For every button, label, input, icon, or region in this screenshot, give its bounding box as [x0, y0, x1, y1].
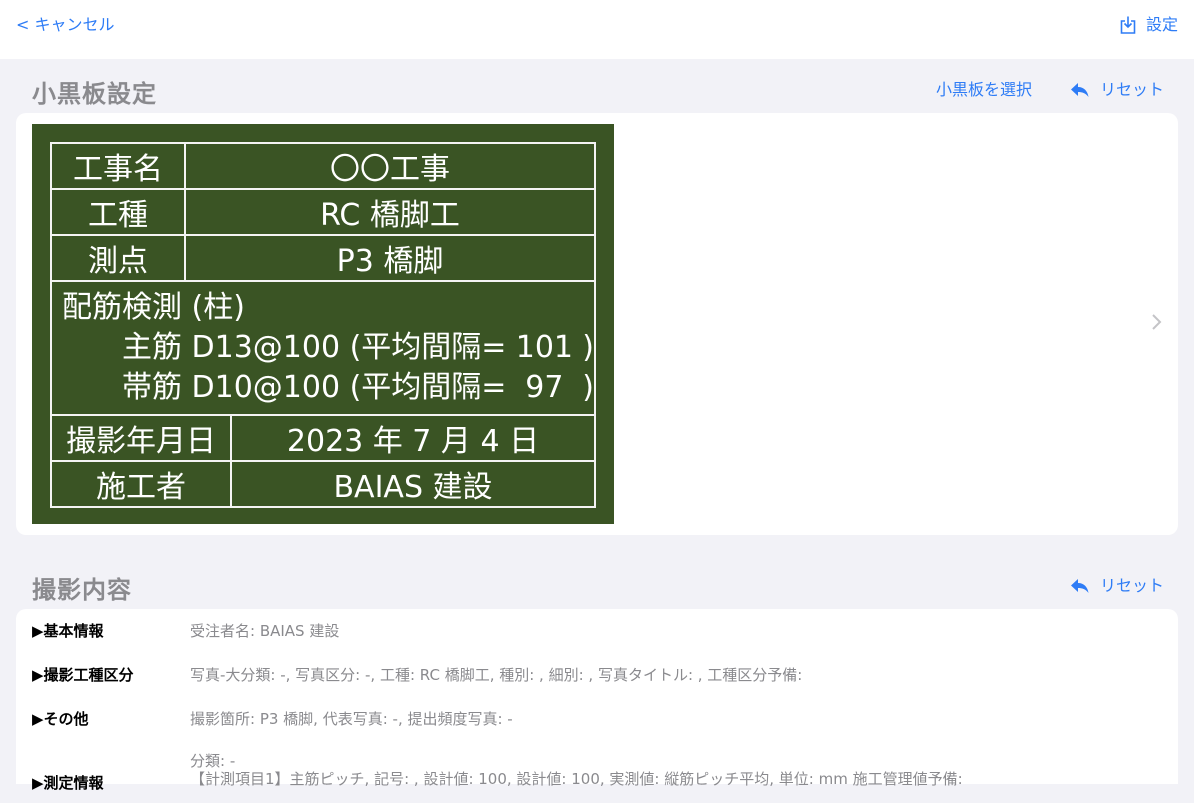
board-check-hoop-value: 97 [525, 370, 564, 405]
blackboard-card[interactable]: 工事名 〇〇工事 工種 RC 橋脚工 測点 P3 橋脚 配筋検測 (柱) 主筋 … [16, 113, 1178, 535]
board-check-cell: 配筋検測 (柱) 主筋 D13@100 (平均間隔= 101 ) 帯筋 D10@… [50, 280, 596, 416]
settings-label: 設定 [1145, 15, 1178, 34]
board-check-line-hoop: 帯筋 D10@100 (平均間隔= 97 ) [62, 368, 594, 408]
board-value-project: 〇〇工事 [184, 142, 596, 190]
reset-label: リセット [1100, 80, 1165, 99]
row-value-detail: 【計測項目1】主筋ピッチ, 記号: , 設計値: 100, 設計値: 100, … [190, 770, 963, 788]
board-check-main-prefix: 主筋 D13@100 (平均間隔= [122, 330, 507, 365]
board-label-date: 撮影年月日 [50, 414, 232, 462]
settings-button[interactable]: 設定 [1119, 14, 1178, 36]
reset-label: リセット [1100, 576, 1165, 595]
list-item-other[interactable]: ▶その他 撮影箇所: P3 橋脚, 代表写真: -, 提出頻度写真: - [16, 697, 1178, 742]
navigation-bar: < キャンセル 設定 [0, 0, 1194, 59]
board-check-hoop-suffix: ) [582, 370, 594, 405]
board-check-main-suffix: ) [582, 330, 594, 365]
board-check-line-main: 主筋 D13@100 (平均間隔= 101 ) [62, 328, 594, 368]
row-value: 受注者名: BAIAS 建設 [190, 622, 340, 640]
reply-icon [1071, 579, 1089, 593]
row-label: ▶その他 [32, 710, 89, 728]
blackboard-reset-button[interactable]: リセット [1070, 79, 1164, 101]
board-check-hoop-prefix: 帯筋 D10@100 (平均間隔= [122, 370, 507, 405]
chevron-right-icon[interactable] [1150, 311, 1164, 333]
list-item-basic-info[interactable]: ▶基本情報 受注者名: BAIAS 建設 [16, 609, 1178, 654]
board-value-work-type: RC 橋脚工 [184, 188, 596, 236]
board-value-contractor: BAIAS 建設 [230, 460, 596, 508]
board-value-station: P3 橋脚 [184, 234, 596, 282]
select-blackboard-button[interactable]: 小黒板を選択 [936, 79, 1032, 101]
row-label: ▶測定情報 [32, 774, 104, 792]
cancel-button[interactable]: < キャンセル [16, 14, 115, 36]
board-label-work-type: 工種 [50, 188, 186, 236]
board-check-main-value: 101 [515, 330, 573, 365]
board-value-date: 2023 年 7 月 4 日 [230, 414, 596, 462]
board-label-station: 測点 [50, 234, 186, 282]
reply-icon [1071, 83, 1089, 97]
blackboard-section-title: 小黒板設定 [32, 80, 157, 108]
board-label-project: 工事名 [50, 142, 186, 190]
save-icon [1120, 16, 1136, 34]
row-label: ▶基本情報 [32, 622, 104, 640]
row-value: 写真-大分類: -, 写真区分: -, 工種: RC 橋脚工, 種別: , 細別… [190, 666, 803, 684]
row-label: ▶撮影工種区分 [32, 666, 134, 684]
content-section-title: 撮影内容 [32, 576, 132, 604]
board-label-contractor: 施工者 [50, 460, 232, 508]
blackboard-preview: 工事名 〇〇工事 工種 RC 橋脚工 測点 P3 橋脚 配筋検測 (柱) 主筋 … [32, 124, 614, 524]
list-item-measurement[interactable]: ▶測定情報 分類: - 【計測項目1】主筋ピッチ, 記号: , 設計値: 100… [16, 741, 1178, 792]
row-value: 撮影箇所: P3 橋脚, 代表写真: -, 提出頻度写真: - [190, 710, 513, 728]
content-reset-button[interactable]: リセット [1070, 575, 1164, 597]
list-item-photo-category[interactable]: ▶撮影工種区分 写真-大分類: -, 写真区分: -, 工種: RC 橋脚工, … [16, 653, 1178, 698]
board-check-title: 配筋検測 (柱) [62, 290, 245, 325]
blackboard-table: 工事名 〇〇工事 工種 RC 橋脚工 測点 P3 橋脚 配筋検測 (柱) 主筋 … [50, 142, 596, 508]
